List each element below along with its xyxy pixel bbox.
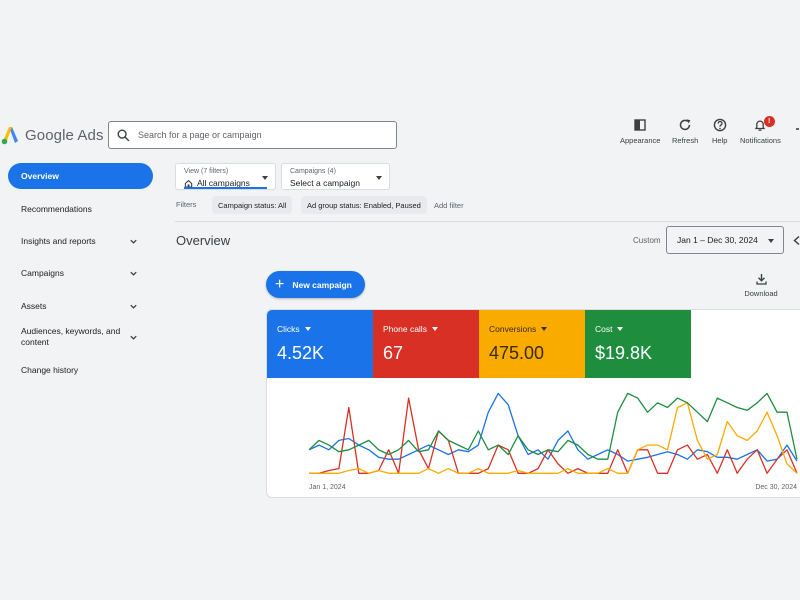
metric-label: Cost	[595, 324, 613, 334]
caret-down-icon	[262, 176, 268, 180]
date-range-value: Jan 1 – Dec 30, 2024	[677, 235, 758, 245]
metric-value: 67	[383, 343, 404, 363]
google-ads-logo-icon	[1, 127, 18, 145]
caret-down-icon	[304, 327, 311, 331]
chevron-down-icon	[130, 239, 137, 244]
help-icon	[713, 118, 727, 132]
chart-lines	[308, 392, 798, 474]
refresh-icon	[679, 119, 691, 131]
metric-label: Clicks	[277, 324, 300, 334]
metric-tile-clicks[interactable]: Clicks 4.52K	[267, 310, 373, 378]
caret-down-icon	[376, 176, 382, 180]
metric-label: Phone calls	[383, 324, 427, 334]
sidebar-item-label: Audiences, keywords, and content	[21, 326, 121, 347]
download-button[interactable]: Download	[740, 273, 782, 298]
date-range-type-label: Custom	[633, 236, 661, 245]
more-menu-icon[interactable]	[796, 128, 799, 130]
notification-badge: !	[763, 116, 775, 127]
metric-label-wrap: Clicks	[277, 324, 311, 334]
caret-down-icon	[431, 327, 438, 331]
sidebar-item-label: Overview	[21, 170, 59, 181]
chevron-down-icon	[130, 335, 137, 340]
filter-chip-campaign-status[interactable]: Campaign status: All	[212, 196, 293, 214]
metric-label-wrap: Cost	[595, 324, 624, 334]
notifications-label: Notifications	[740, 136, 781, 145]
page-title: Overview	[176, 233, 231, 248]
download-label: Download	[744, 289, 778, 298]
sidebar-item-label: Insights and reports	[21, 235, 96, 246]
metric-tile-conversions[interactable]: Conversions 475.00	[479, 310, 585, 378]
caret-down-icon	[768, 239, 774, 243]
help-label: Help	[712, 136, 728, 145]
appearance-icon	[634, 119, 646, 131]
sidebar-item-recommendations[interactable]: Recommendations	[8, 202, 153, 216]
x-axis-end-label: Dec 30, 2024	[755, 484, 797, 491]
notifications-button[interactable]: ! Notifications	[740, 116, 781, 145]
sidebar-item-audiences-keywords-content[interactable]: Audiences, keywords, and content	[8, 325, 153, 349]
plus-icon: +	[275, 275, 285, 293]
new-campaign-button[interactable]: + New campaign	[266, 271, 365, 298]
appearance-button[interactable]: Appearance	[620, 118, 660, 145]
divider	[175, 221, 800, 222]
chevron-down-icon	[130, 271, 137, 276]
sidebar-item-label: Recommendations	[21, 203, 92, 214]
date-range-dropdown[interactable]: Jan 1 – Dec 30, 2024	[666, 226, 784, 254]
filters-label: Filters	[176, 200, 197, 209]
metric-value: 475.00	[489, 343, 545, 363]
metric-label-wrap: Phone calls	[383, 324, 438, 334]
sidebar-item-insights-and-reports[interactable]: Insights and reports	[8, 234, 153, 248]
view-filter-underline	[184, 187, 267, 189]
refresh-label: Refresh	[672, 136, 699, 145]
filter-chip-ad-group-status[interactable]: Ad group status: Enabled, Paused	[301, 196, 427, 214]
metric-label-wrap: Conversions	[489, 324, 548, 334]
new-campaign-label: New campaign	[292, 279, 352, 290]
chevron-left-icon[interactable]	[792, 235, 800, 246]
logo-text: Google Ads	[25, 126, 104, 144]
sidebar-item-overview[interactable]: Overview	[8, 163, 153, 189]
x-axis-start-label: Jan 1, 2024	[309, 484, 346, 491]
search-box[interactable]	[108, 121, 397, 149]
add-filter-button[interactable]: Add filter	[434, 201, 464, 210]
metric-tile-phone-calls[interactable]: Phone calls 67	[373, 310, 479, 378]
campaign-count: Campaigns (4)	[290, 168, 336, 175]
view-filter-count: View (7 filters)	[184, 168, 229, 175]
campaign-select-dropdown[interactable]: Campaigns (4) Select a campaign	[281, 163, 390, 190]
help-button[interactable]: Help	[712, 118, 727, 145]
view-filter-dropdown[interactable]: View (7 filters) All campaigns	[175, 163, 276, 190]
search-icon	[117, 129, 130, 141]
sidebar-item-label: Assets	[21, 300, 47, 311]
chevron-down-icon	[130, 304, 137, 309]
chart-series-line-1	[309, 397, 798, 474]
search-input[interactable]	[138, 130, 378, 140]
appearance-label: Appearance	[620, 136, 661, 145]
sidebar-item-change-history[interactable]: Change history	[8, 363, 153, 377]
performance-card: Clicks 4.52K Phone calls 67 Conversions …	[266, 309, 800, 498]
metric-tile-cost[interactable]: Cost $19.8K	[585, 310, 691, 378]
download-icon	[755, 274, 767, 285]
sidebar-item-label: Change history	[21, 364, 79, 375]
refresh-button[interactable]: Refresh	[672, 118, 698, 145]
metric-value: 4.52K	[277, 343, 325, 363]
metric-label: Conversions	[489, 324, 537, 334]
caret-down-icon	[541, 327, 548, 331]
sidebar-item-label: Campaigns	[21, 267, 64, 278]
sidebar-item-assets[interactable]: Assets	[8, 299, 153, 313]
campaign-select-value: Select a campaign	[290, 178, 360, 188]
performance-line-chart[interactable]: Jan 1, 2024 Dec 30, 2024	[267, 378, 800, 498]
google-ads-logo[interactable]: Google Ads	[0, 124, 104, 146]
metric-value: $19.8K	[595, 343, 653, 363]
caret-down-icon	[617, 327, 624, 331]
sidebar-item-campaigns[interactable]: Campaigns	[8, 266, 153, 280]
